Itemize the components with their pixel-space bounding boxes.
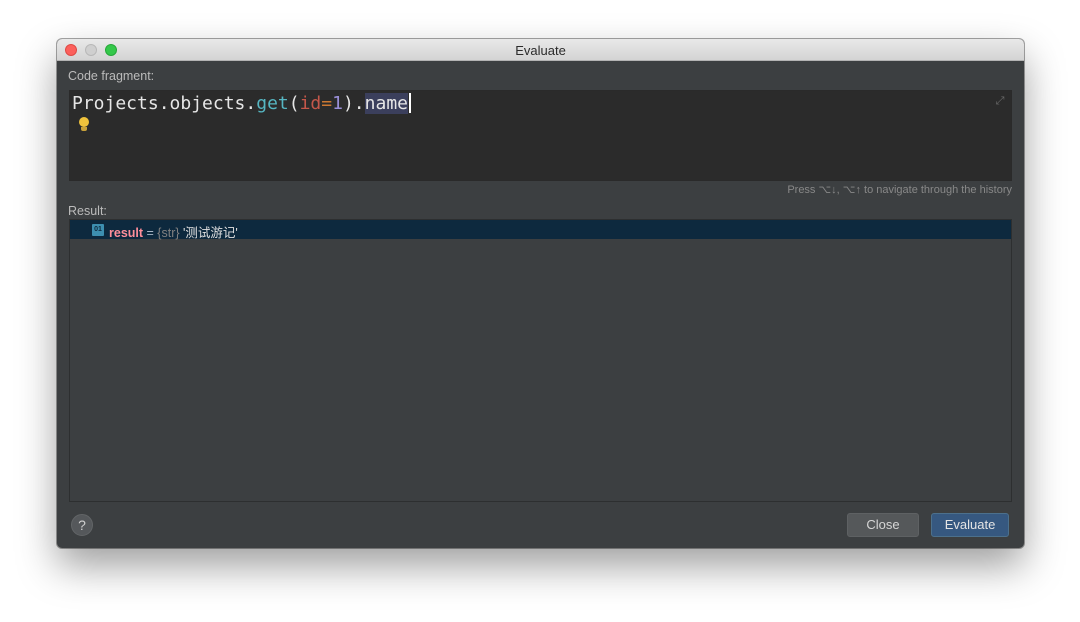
history-hint: Press ⌥↓, ⌥↑ to navigate through the his… xyxy=(787,184,1012,196)
code-line[interactable]: Projects.objects.get(id=1).name xyxy=(72,93,412,115)
code-editor[interactable]: Projects.objects.get(id=1).name ⤢ xyxy=(69,90,1012,181)
window-title: Evaluate xyxy=(515,43,566,58)
variable-value: '测试游记' xyxy=(183,226,238,240)
result-tree[interactable]: 01 result = {str} '测试游记' xyxy=(69,219,1012,502)
code-param: id xyxy=(299,93,322,114)
text-caret xyxy=(409,93,412,113)
code-number: 1 xyxy=(332,93,343,114)
code-fragment-label: Code fragment: xyxy=(68,69,155,83)
code-close-paren: ). xyxy=(342,93,365,114)
result-row-text: result = {str} '测试游记' xyxy=(109,222,238,241)
variable-equals: = xyxy=(143,226,158,240)
result-label: Result: xyxy=(68,204,107,218)
result-row[interactable]: 01 result = {str} '测试游记' xyxy=(70,220,1011,241)
code-function: get xyxy=(256,93,289,114)
variable-name: result xyxy=(109,226,144,240)
code-object: Projects.objects. xyxy=(72,93,257,114)
help-button[interactable]: ? xyxy=(71,514,93,536)
evaluate-button[interactable]: Evaluate xyxy=(931,513,1009,537)
variable-type: {str} xyxy=(157,226,180,240)
variable-icon: 01 xyxy=(92,224,104,236)
code-open-paren: ( xyxy=(288,93,300,114)
close-button[interactable]: Close xyxy=(847,513,919,537)
code-equals: = xyxy=(321,93,333,114)
lightbulb-icon[interactable] xyxy=(78,117,90,133)
code-attribute: name xyxy=(364,93,409,114)
expand-icon[interactable]: ⤢ xyxy=(994,95,1006,107)
evaluate-dialog: Evaluate Code fragment: Projects.objects… xyxy=(57,39,1024,548)
title-bar[interactable]: Evaluate xyxy=(57,39,1024,61)
